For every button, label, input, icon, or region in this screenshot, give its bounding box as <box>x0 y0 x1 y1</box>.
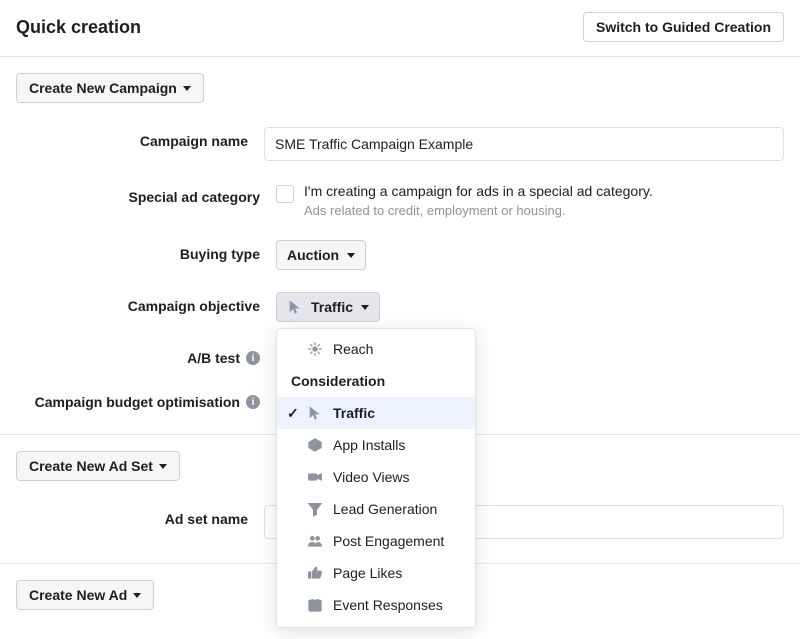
objective-option-post-engagement[interactable]: Post Engagement <box>277 525 475 557</box>
objective-heading-consideration: Consideration <box>277 365 475 397</box>
create-new-campaign-label: Create New Campaign <box>29 80 177 96</box>
objective-option-traffic[interactable]: Traffic <box>277 397 475 429</box>
create-new-campaign-button[interactable]: Create New Campaign <box>16 73 204 103</box>
funnel-icon <box>307 501 323 517</box>
special-ad-category-checkbox[interactable] <box>276 185 294 203</box>
special-ad-category-label: Special ad category <box>16 183 276 205</box>
objective-option-lead-generation[interactable]: Lead Generation <box>277 493 475 525</box>
box-icon <box>307 437 323 453</box>
ab-test-label: A/B test <box>187 350 240 366</box>
cursor-icon <box>287 299 303 315</box>
campaign-name-input[interactable] <box>264 127 784 161</box>
caret-down-icon <box>133 593 141 598</box>
special-ad-category-text: I'm creating a campaign for ads in a spe… <box>304 183 653 199</box>
people-icon <box>307 533 323 549</box>
create-new-ad-label: Create New Ad <box>29 587 127 603</box>
objective-option-post-engagement-label: Post Engagement <box>333 533 444 549</box>
objective-option-lead-generation-label: Lead Generation <box>333 501 437 517</box>
info-icon[interactable]: i <box>246 351 260 365</box>
objective-option-page-likes[interactable]: Page Likes <box>277 557 475 589</box>
create-new-adset-label: Create New Ad Set <box>29 458 153 474</box>
calendar-icon <box>307 597 323 613</box>
objective-option-event-responses[interactable]: Event Responses <box>277 589 475 621</box>
page-header: Quick creation Switch to Guided Creation <box>0 0 800 57</box>
caret-down-icon <box>361 305 369 310</box>
campaign-objective-row: Campaign objective Traffic Reach Conside… <box>16 292 784 322</box>
video-icon <box>307 469 323 485</box>
budget-optimisation-label: Campaign budget optimisation <box>35 394 240 410</box>
objective-option-reach-label: Reach <box>333 341 373 357</box>
objective-option-event-responses-label: Event Responses <box>333 597 443 613</box>
create-new-ad-button[interactable]: Create New Ad <box>16 580 154 610</box>
campaign-objective-value: Traffic <box>311 299 353 315</box>
special-ad-category-help: Ads related to credit, employment or hou… <box>304 203 653 218</box>
objective-option-app-installs[interactable]: App Installs <box>277 429 475 461</box>
campaign-section: Create New Campaign Campaign name Specia… <box>0 57 800 434</box>
thumbs-up-icon <box>307 565 323 581</box>
caret-down-icon <box>159 464 167 469</box>
campaign-objective-menu: Reach Consideration Traffic App Installs <box>276 328 476 628</box>
buying-type-label: Buying type <box>16 240 276 262</box>
objective-option-reach[interactable]: Reach <box>277 333 475 365</box>
special-ad-category-row: Special ad category I'm creating a campa… <box>16 183 784 218</box>
buying-type-value: Auction <box>287 247 339 263</box>
reach-icon <box>307 341 323 357</box>
create-new-adset-button[interactable]: Create New Ad Set <box>16 451 180 481</box>
buying-type-select[interactable]: Auction <box>276 240 366 270</box>
cursor-icon <box>307 405 323 421</box>
info-icon[interactable]: i <box>246 395 260 409</box>
objective-option-video-views-label: Video Views <box>333 469 410 485</box>
switch-to-guided-label: Switch to Guided Creation <box>596 19 771 35</box>
caret-down-icon <box>347 253 355 258</box>
objective-option-app-installs-label: App Installs <box>333 437 405 453</box>
page-title: Quick creation <box>16 17 141 38</box>
campaign-name-row: Campaign name <box>16 127 784 161</box>
buying-type-row: Buying type Auction <box>16 240 784 270</box>
objective-option-traffic-label: Traffic <box>333 405 375 421</box>
caret-down-icon <box>183 86 191 91</box>
switch-to-guided-button[interactable]: Switch to Guided Creation <box>583 12 784 42</box>
adset-name-label: Ad set name <box>16 505 264 527</box>
objective-option-video-views[interactable]: Video Views <box>277 461 475 493</box>
campaign-name-label: Campaign name <box>16 127 264 149</box>
campaign-objective-select[interactable]: Traffic <box>276 292 380 322</box>
objective-option-page-likes-label: Page Likes <box>333 565 402 581</box>
campaign-objective-label: Campaign objective <box>16 292 276 314</box>
